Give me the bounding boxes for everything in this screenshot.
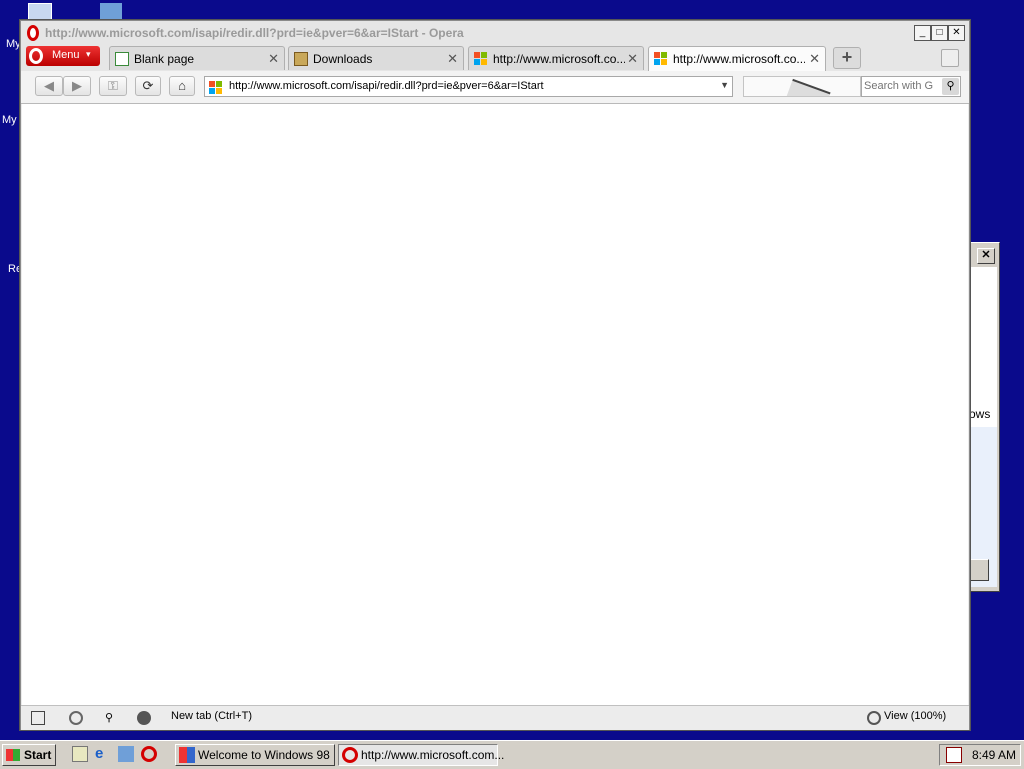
tab-blank-page[interactable]: Blank page ✕	[109, 46, 285, 70]
search-input[interactable]	[864, 79, 936, 93]
microsoft-icon	[474, 52, 488, 66]
tab-close-icon[interactable]: ✕	[627, 51, 638, 67]
home-button[interactable]: ⌂	[169, 76, 195, 96]
task-label: http://www.microsoft.com...	[361, 748, 505, 762]
start-label: Start	[24, 748, 52, 762]
tab-microsoft-2[interactable]: http://www.microsoft.co... ✕	[648, 46, 826, 71]
start-button[interactable]: Start	[2, 744, 56, 766]
key-icon[interactable]: ⚿	[99, 76, 127, 96]
tab-label: http://www.microsoft.co...	[493, 52, 625, 66]
dialog-pane: ows	[969, 267, 997, 587]
tab-downloads[interactable]: Downloads ✕	[288, 46, 464, 70]
reload-button[interactable]: ⟳	[135, 76, 161, 96]
page-icon	[115, 52, 129, 66]
task-welcome-windows-98[interactable]: Welcome to Windows 98	[175, 744, 335, 766]
download-icon	[294, 52, 308, 66]
tab-label: Blank page	[134, 52, 195, 66]
new-tab-button[interactable]: +	[833, 47, 861, 69]
outlook-express-icon[interactable]	[118, 746, 134, 762]
search-icon[interactable]: ⚲	[942, 78, 959, 95]
windows-welcome-icon	[179, 747, 195, 763]
zoom-level[interactable]: View (100%)	[884, 710, 946, 722]
internet-explorer-icon[interactable]: e	[95, 746, 111, 762]
zoom-icon[interactable]	[867, 711, 881, 725]
scheduler-icon[interactable]	[946, 747, 962, 763]
task-label: Welcome to Windows 98	[198, 748, 330, 762]
background-dialog: ✕ ows	[968, 242, 1000, 592]
forward-button[interactable]: ▶	[63, 76, 91, 96]
dialog-partial-text: ows	[969, 407, 991, 421]
tab-close-icon[interactable]: ✕	[809, 51, 820, 67]
preview-shape	[785, 78, 831, 96]
tab-label: Downloads	[313, 52, 373, 66]
chevron-down-icon: ▾	[86, 49, 91, 59]
tab-strip: Menu ▾ Blank page ✕ Downloads ✕ http://w…	[21, 45, 969, 71]
dialog-button[interactable]	[969, 559, 989, 581]
address-url: http://www.microsoft.com/isapi/redir.dll…	[229, 80, 544, 92]
clock[interactable]: 8:49 AM	[972, 748, 1016, 762]
taskbar: Start e Welcome to Windows 98 http://www…	[0, 740, 1024, 769]
opera-window: http://www.microsoft.com/isapi/redir.dll…	[20, 20, 970, 730]
desktop-label-my-documents: My	[2, 114, 17, 126]
task-opera-microsoft[interactable]: http://www.microsoft.com...	[338, 744, 504, 766]
outlook-icon[interactable]	[100, 3, 122, 21]
microsoft-icon	[209, 81, 222, 94]
dialog-close-button[interactable]: ✕	[977, 248, 995, 264]
address-bar[interactable]: http://www.microsoft.com/isapi/redir.dll…	[204, 76, 733, 97]
windows-flag-icon	[6, 749, 20, 761]
share-icon[interactable]: ⚲	[105, 711, 119, 725]
status-bar: ⚲ New tab (Ctrl+T) View (100%)	[21, 705, 969, 730]
opera-menu-button[interactable]: Menu ▾	[26, 46, 100, 66]
close-button[interactable]: ✕	[948, 25, 965, 41]
window-title: http://www.microsoft.com/isapi/redir.dll…	[45, 26, 464, 40]
navigation-bar: ◀ ▶ ⚿ ⟳ ⌂ http://www.microsoft.com/isapi…	[21, 71, 969, 104]
maximize-button[interactable]: □	[931, 25, 948, 41]
tab-close-icon[interactable]: ✕	[447, 51, 458, 67]
minimize-button[interactable]: _	[914, 25, 931, 41]
panel-toggle-icon[interactable]	[31, 711, 45, 725]
block-icon[interactable]	[137, 711, 151, 725]
opera-logo-icon	[27, 25, 39, 41]
tab-close-icon[interactable]: ✕	[268, 51, 279, 67]
page-content[interactable]	[22, 104, 968, 706]
tab-microsoft-1[interactable]: http://www.microsoft.co... ✕	[468, 46, 644, 70]
show-desktop-icon[interactable]	[72, 746, 88, 762]
back-button[interactable]: ◀	[35, 76, 63, 96]
title-bar[interactable]: http://www.microsoft.com/isapi/redir.dll…	[21, 21, 969, 45]
new-tab-hint[interactable]: New tab (Ctrl+T)	[171, 710, 252, 722]
search-box[interactable]: ⚲	[861, 76, 961, 97]
opera-o-icon	[29, 48, 43, 64]
trash-icon[interactable]	[941, 49, 959, 67]
microsoft-icon	[654, 52, 668, 66]
menu-label: Menu	[52, 49, 80, 61]
speed-dial-preview	[743, 76, 861, 97]
address-dropdown-icon[interactable]: ▼	[720, 80, 729, 90]
desktop-label-my-computer: My	[6, 38, 21, 50]
opera-quicklaunch-icon[interactable]	[141, 746, 157, 762]
sync-icon[interactable]	[69, 711, 83, 725]
tab-label: http://www.microsoft.co...	[673, 52, 805, 66]
opera-task-icon	[342, 747, 358, 763]
system-tray: 8:49 AM	[939, 744, 1021, 766]
